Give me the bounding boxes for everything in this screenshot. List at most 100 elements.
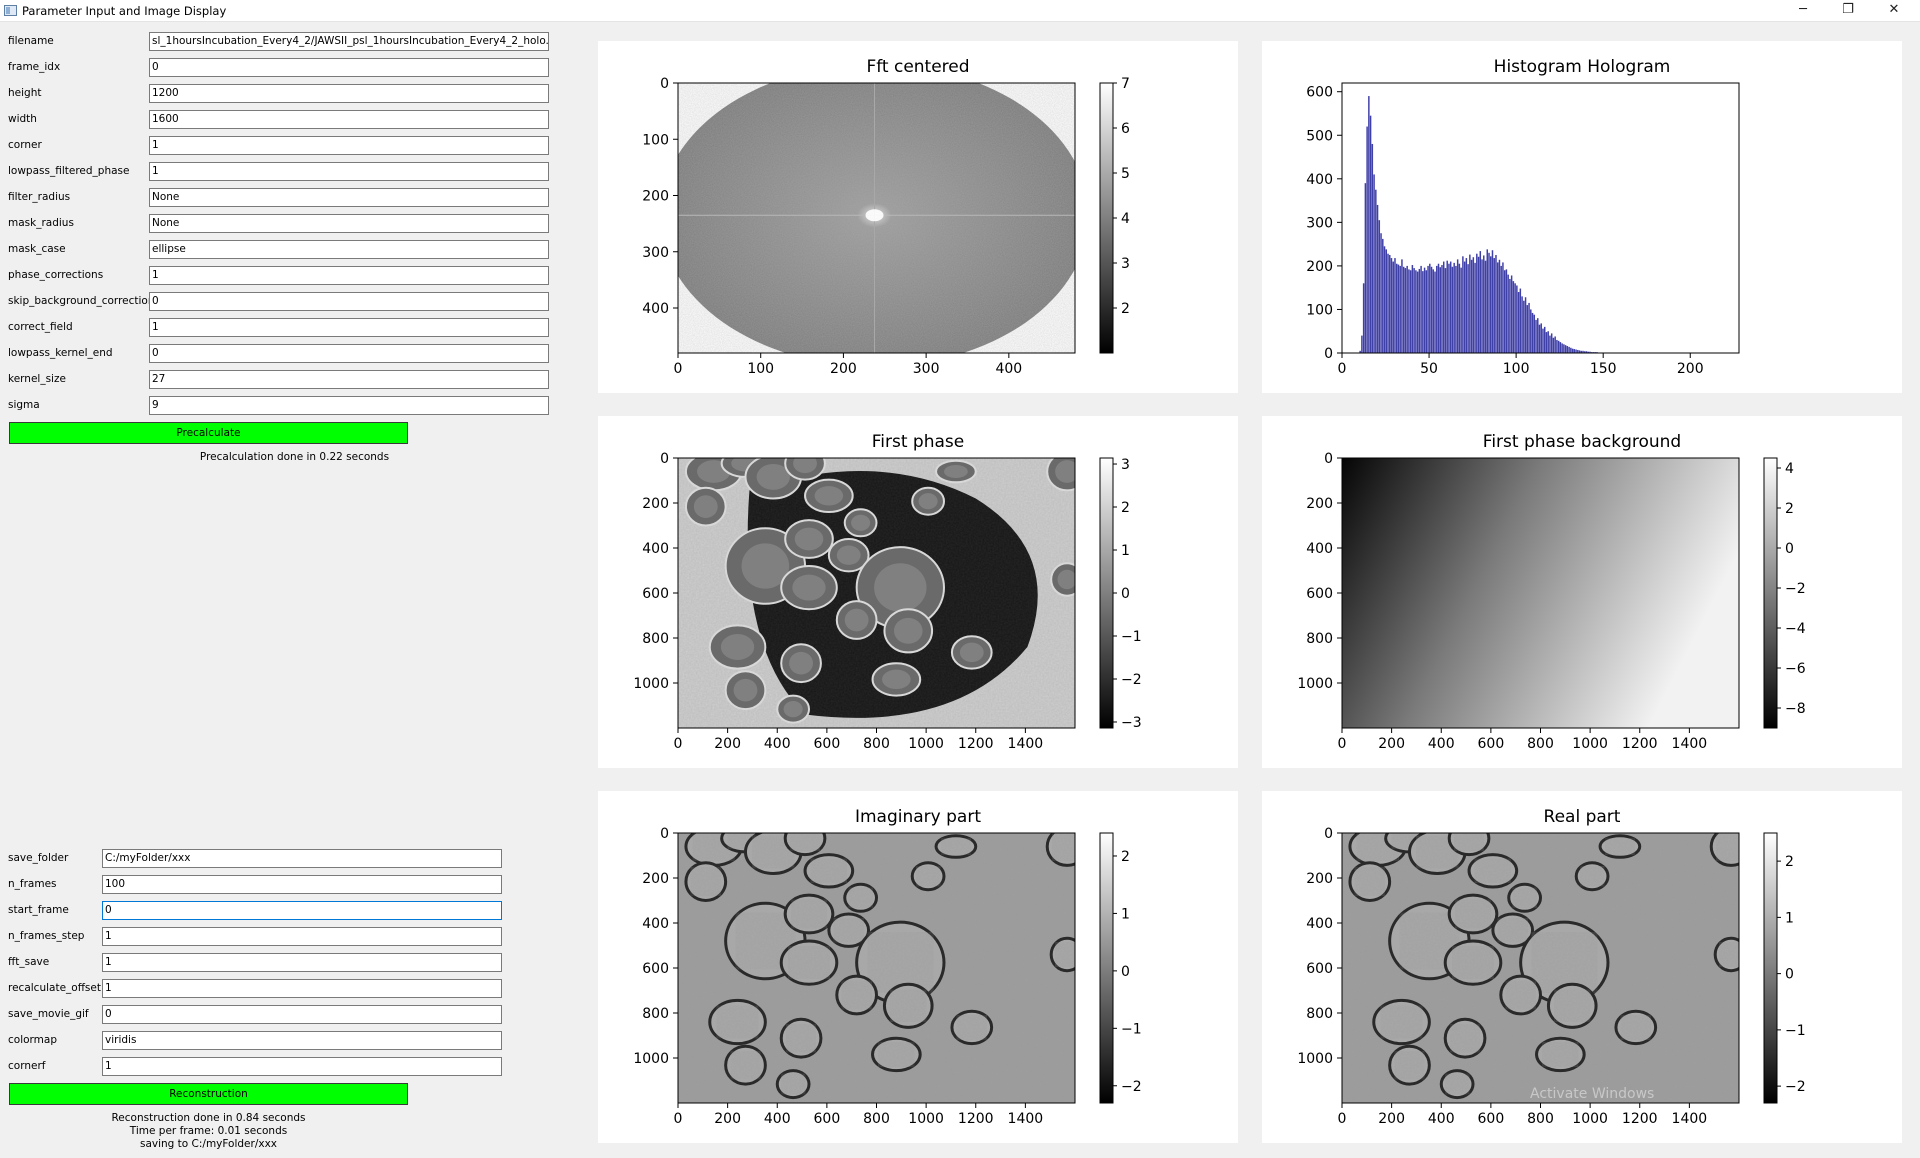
x-tick-label: 800 bbox=[1527, 736, 1554, 752]
param-label: cornerf bbox=[8, 1060, 46, 1072]
param-label: corner bbox=[8, 139, 42, 151]
height-input[interactable]: 1200 bbox=[149, 84, 549, 103]
histogram-bar bbox=[1397, 264, 1400, 353]
width-input[interactable]: 1600 bbox=[149, 110, 549, 129]
y-tick-label: 600 bbox=[1306, 961, 1333, 977]
skip-background-correction-input[interactable]: 0 bbox=[149, 292, 549, 311]
cornerf-input[interactable]: 1 bbox=[102, 1057, 502, 1076]
histogram-bar bbox=[1420, 265, 1422, 353]
histogram-bar bbox=[1495, 255, 1497, 353]
histogram-bar bbox=[1389, 255, 1391, 353]
reconstruction-button[interactable]: Reconstruction bbox=[9, 1083, 408, 1105]
colorbar-tick-label: 7 bbox=[1121, 76, 1130, 92]
frame-idx-input[interactable]: 0 bbox=[149, 58, 549, 77]
fft-save-input[interactable]: 1 bbox=[102, 953, 502, 972]
lowpass-kernel-end-input[interactable]: 0 bbox=[149, 344, 549, 363]
histogram-bar bbox=[1437, 263, 1440, 353]
histogram-bar bbox=[1444, 268, 1447, 353]
x-tick-label: 0 bbox=[674, 361, 683, 377]
precalculate-status: Precalculation done in 0.22 seconds bbox=[199, 451, 390, 463]
histogram-bar bbox=[1554, 336, 1556, 353]
start-frame-input[interactable]: 0 bbox=[102, 901, 502, 920]
histogram-bar bbox=[1483, 255, 1485, 353]
histogram-bar bbox=[1380, 233, 1382, 353]
y-tick-label: 600 bbox=[642, 586, 669, 602]
param-row-filter-radius: filter_radius None bbox=[8, 188, 549, 207]
close-button[interactable]: ✕ bbox=[1872, 0, 1916, 22]
colorbar-tick-label: 6 bbox=[1121, 121, 1130, 137]
recalculate-offset-input[interactable]: 1 bbox=[102, 979, 502, 998]
histogram-bar bbox=[1434, 271, 1436, 353]
kernel-size-input[interactable]: 27 bbox=[149, 370, 549, 389]
precalculate-button[interactable]: Precalculate bbox=[9, 422, 408, 444]
filter-radius-input[interactable]: None bbox=[149, 188, 549, 207]
histogram-bar bbox=[1442, 261, 1445, 353]
x-tick-label: 0 bbox=[1338, 736, 1347, 752]
x-tick-label: 150 bbox=[1590, 361, 1617, 377]
colormap-input[interactable]: viridis bbox=[102, 1031, 502, 1050]
reconstruction-status-line: Time per frame: 0.01 seconds bbox=[129, 1125, 288, 1137]
save-folder-input[interactable]: C:/myFolder/xxx bbox=[102, 849, 502, 868]
histogram-bar bbox=[1490, 256, 1492, 353]
histogram-bar bbox=[1563, 344, 1565, 353]
colorbar-tick-label: 1 bbox=[1121, 543, 1130, 559]
histogram-bar bbox=[1418, 268, 1421, 353]
colorbar bbox=[1099, 457, 1114, 729]
histogram-bar bbox=[1530, 309, 1532, 353]
param-row-recalculate-offset: recalculate_offset 1 bbox=[8, 979, 502, 998]
param-row-correct-field: correct_field 1 bbox=[8, 318, 549, 337]
n-frames-step-input[interactable]: 1 bbox=[102, 927, 502, 946]
minimize-button[interactable]: ─ bbox=[1781, 0, 1825, 22]
restore-button[interactable]: ❐ bbox=[1826, 0, 1870, 22]
histogram-bar bbox=[1402, 266, 1405, 353]
histogram-bar bbox=[1549, 335, 1551, 353]
y-tick-label: 0 bbox=[660, 826, 669, 842]
histogram-bar bbox=[1502, 262, 1504, 353]
y-tick-label: 400 bbox=[1306, 916, 1333, 932]
colorbar-tick-label: 1 bbox=[1121, 906, 1130, 922]
param-label: filename bbox=[8, 35, 54, 47]
colorbar-tick-label: 3 bbox=[1121, 457, 1130, 473]
histogram-bar bbox=[1406, 265, 1408, 353]
save-movie-gif-input[interactable]: 0 bbox=[102, 1005, 502, 1024]
param-row-mask-radius: mask_radius None bbox=[8, 214, 549, 233]
sigma-input[interactable]: 9 bbox=[149, 396, 549, 415]
param-label: phase_corrections bbox=[8, 269, 104, 281]
mask-radius-input[interactable]: None bbox=[149, 214, 549, 233]
histogram-bar bbox=[1510, 275, 1513, 353]
histogram-bar bbox=[1449, 261, 1452, 353]
x-tick-label: 400 bbox=[1428, 1111, 1455, 1127]
histogram-bar bbox=[1446, 260, 1448, 353]
filename-input[interactable]: sl_1hoursIncubation_Every4_2/JAWSII_psl_… bbox=[149, 32, 549, 51]
plot-title: Real part bbox=[1543, 807, 1621, 827]
x-tick-label: 400 bbox=[1428, 736, 1455, 752]
param-label: mask_radius bbox=[8, 217, 74, 229]
param-row-lowpass-kernel-end: lowpass_kernel_end 0 bbox=[8, 344, 549, 363]
histogram-hologram-plot: 0 50 100 150 200 600 500 400 300 200 100 0 bbox=[1306, 82, 1740, 377]
y-tick-label: 1000 bbox=[1297, 676, 1333, 692]
param-row-mask-case: mask_case ellipse bbox=[8, 240, 549, 259]
phase-corrections-input[interactable]: 1 bbox=[149, 266, 549, 285]
corner-input[interactable]: 1 bbox=[149, 136, 549, 155]
histogram-bar bbox=[1387, 253, 1389, 353]
x-tick-label: 1000 bbox=[1572, 1111, 1608, 1127]
param-row-start-frame: start_frame 0 bbox=[8, 901, 502, 920]
correct-field-input[interactable]: 1 bbox=[149, 318, 549, 337]
colorbar-tick-label: −1 bbox=[1785, 1023, 1806, 1039]
histogram-bar bbox=[1361, 335, 1363, 353]
colorbar-tick-label: 4 bbox=[1785, 461, 1794, 477]
y-tick-label: 400 bbox=[642, 301, 669, 317]
histogram-bar bbox=[1455, 265, 1457, 353]
histogram-bar bbox=[1538, 324, 1541, 353]
lowpass-filtered-phase-input[interactable]: 1 bbox=[149, 162, 549, 181]
y-tick-label: 1000 bbox=[633, 676, 669, 692]
histogram-bar bbox=[1481, 259, 1483, 353]
histogram-bar bbox=[1476, 253, 1478, 353]
mask-case-input[interactable]: ellipse bbox=[149, 240, 549, 259]
n-frames-input[interactable]: 100 bbox=[102, 875, 502, 894]
colorbar-tick-label: −1 bbox=[1121, 1021, 1142, 1037]
histogram-bar bbox=[1422, 271, 1424, 353]
y-tick-label: 100 bbox=[642, 132, 669, 148]
histogram-bar bbox=[1516, 285, 1518, 353]
colorbar-tick-label: −2 bbox=[1785, 1079, 1806, 1095]
